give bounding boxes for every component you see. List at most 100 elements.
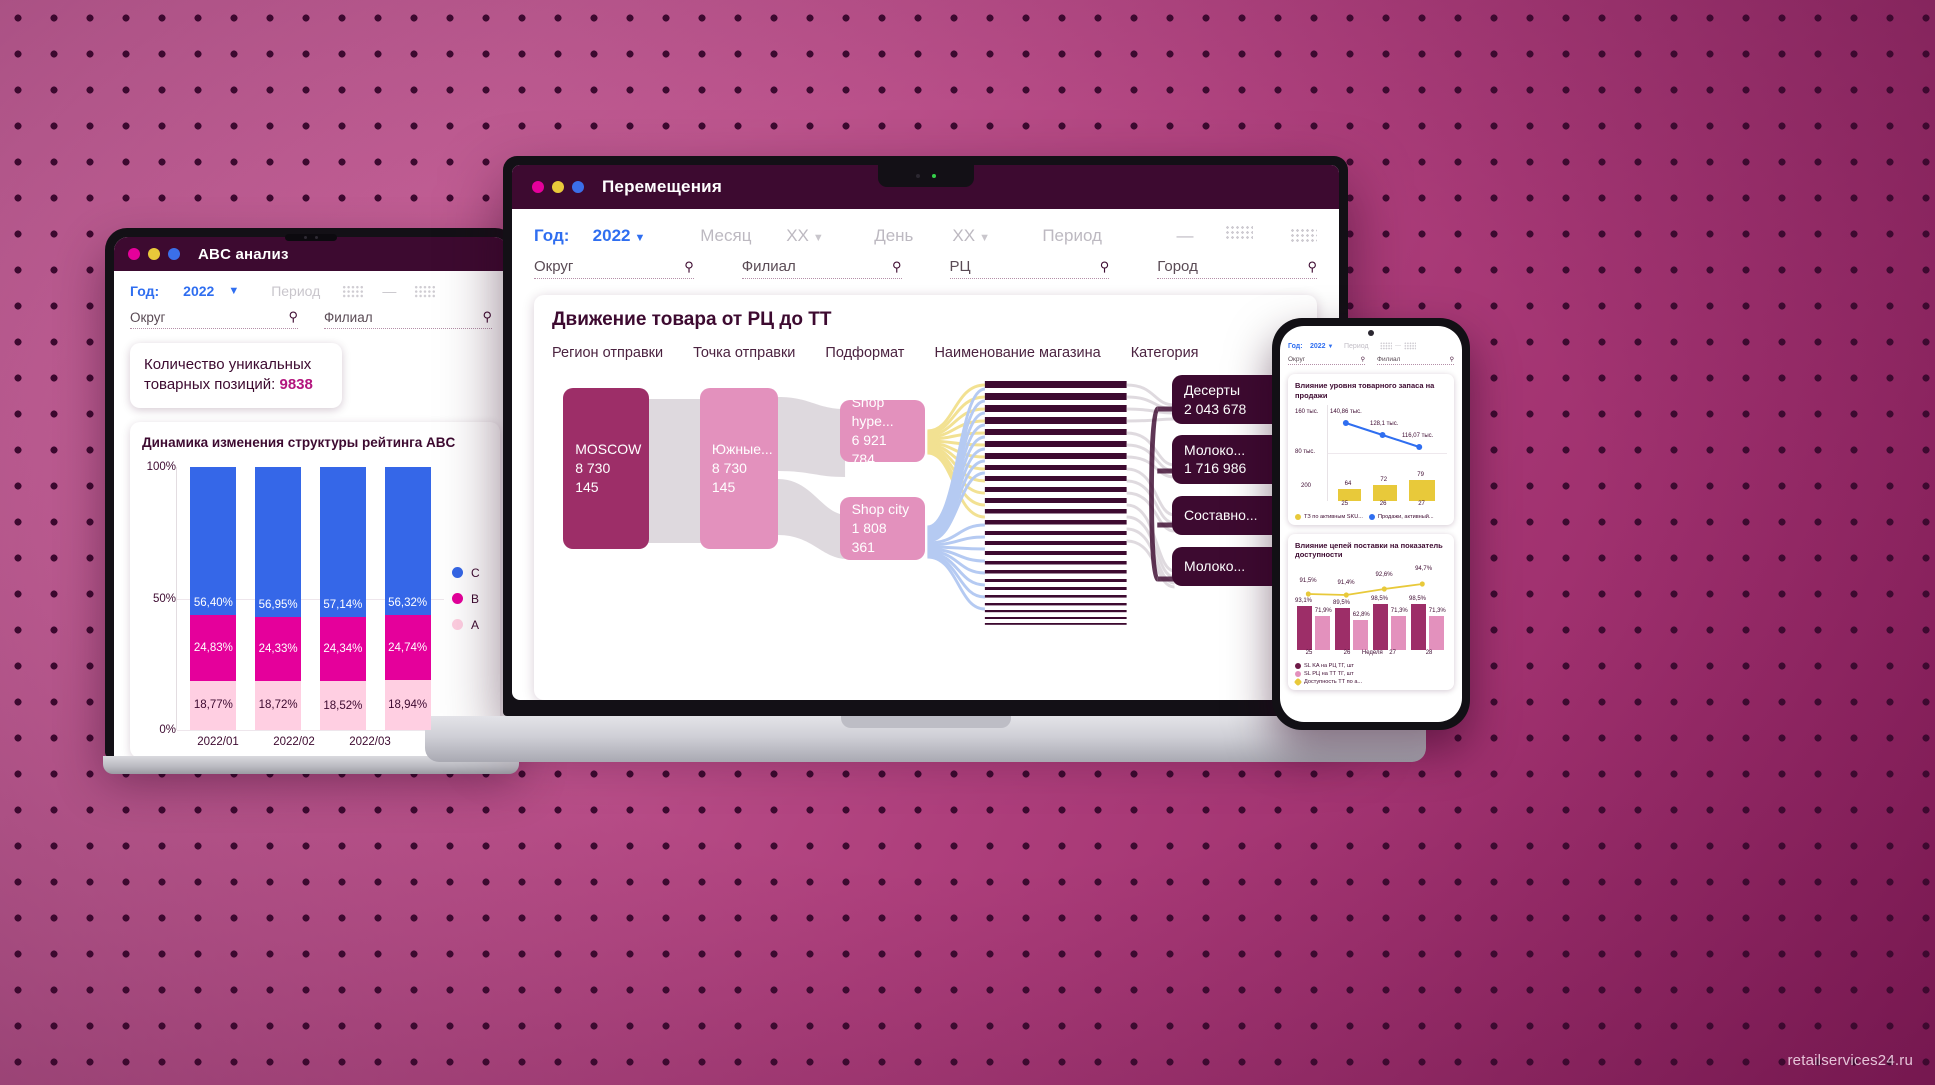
sankey-node-yuzhnye[interactable]: Южные... 8 730 145 xyxy=(699,388,779,550)
bar-sl-rc-27[interactable] xyxy=(1390,616,1406,650)
year-value[interactable]: 2022 ▼ xyxy=(1310,343,1344,350)
search-icon[interactable]: ⚲ xyxy=(1307,259,1317,275)
tab-tochka-otpravki[interactable]: Точка отправки xyxy=(693,345,795,361)
line-label: 94,7% xyxy=(1415,566,1433,572)
node-value: 8 730 145 xyxy=(711,460,747,496)
branch-search-input[interactable]: Филиал ⚲ xyxy=(1377,356,1454,365)
tab-podformat[interactable]: Подформат xyxy=(825,345,904,361)
sankey-node-sostavnoe[interactable]: Составно... xyxy=(1172,495,1288,535)
bar-segment-a: 18,94% xyxy=(384,680,431,730)
tablet-filter-bar: Год: 2022 ▼ Период — Округ ⚲ Филиал ⚲ xyxy=(114,271,508,329)
tab-kategoriya[interactable]: Категория xyxy=(1131,345,1199,361)
sankey-node-shop-hyper[interactable]: Shop hype... 6 921 784 xyxy=(839,394,926,467)
search-icon[interactable]: ⚲ xyxy=(1361,356,1365,363)
bar-stock-26[interactable] xyxy=(1373,484,1398,501)
month-value[interactable]: XX ▼ xyxy=(786,226,874,246)
x-tick: 26 xyxy=(1343,650,1351,656)
sankey-node-moloko-2[interactable]: Молоко... xyxy=(1172,546,1288,586)
search-icon[interactable]: ⚲ xyxy=(1450,356,1454,363)
branch-search-input[interactable]: Филиал ⚲ xyxy=(741,258,902,279)
laptop-trackpad-notch xyxy=(840,716,1011,728)
bar-sl-ka-26[interactable] xyxy=(1334,608,1350,650)
maximize-icon[interactable] xyxy=(572,181,584,193)
node-value: 6 921 784 xyxy=(851,431,887,467)
legend-label: ТЗ по активным SKU... xyxy=(1304,513,1363,520)
year-label: Год: xyxy=(534,225,570,245)
calendar-grid-icon-2[interactable] xyxy=(414,284,437,298)
sankey-node-shop-city[interactable]: Shop city 1 808 361 xyxy=(839,497,926,560)
calendar-grid-icon[interactable] xyxy=(342,284,365,298)
sankey-tabs: Регион отправки Точка отправки Подформат… xyxy=(552,345,1299,361)
bar-sl-ka-27[interactable] xyxy=(1372,604,1388,650)
tablet-titlebar: ABC анализ xyxy=(114,237,508,271)
table-row[interactable]: 56,95% 24,33% 18,72% xyxy=(255,467,302,730)
minimize-icon[interactable] xyxy=(552,181,564,193)
bar-sl-rc-28[interactable] xyxy=(1428,616,1444,650)
maximize-icon[interactable] xyxy=(168,248,180,260)
dc-search-input[interactable]: РЦ ⚲ xyxy=(949,258,1110,279)
minimize-icon[interactable] xyxy=(148,248,160,260)
table-row[interactable]: 57,14% 24,34% 18,52% xyxy=(319,467,366,730)
legend-item-a[interactable]: A xyxy=(452,618,488,632)
table-row[interactable]: 56,40% 24,83% 18,77% xyxy=(190,467,237,730)
calendar-grid-icon-2[interactable] xyxy=(1404,342,1416,350)
day-value[interactable]: XX ▼ xyxy=(952,226,1042,246)
year-value[interactable]: 2022 ▼ xyxy=(593,226,701,246)
chevron-down-icon[interactable]: ▼ xyxy=(634,232,645,244)
y-tick: 160 тыс. xyxy=(1295,408,1319,415)
legend-item-c[interactable]: C xyxy=(452,566,488,580)
laptop-screen: Перемещения Год: 2022 ▼ Месяц XX ▼ День XX… xyxy=(512,165,1339,700)
calendar-grid-icon[interactable] xyxy=(1225,225,1254,241)
year-value-text: 2022 xyxy=(592,225,631,245)
legend-item-sl-ka[interactable]: SL KA на РЦ ТГ, шт xyxy=(1295,663,1354,669)
table-row[interactable]: 56,32% 24,74% 18,94% xyxy=(384,467,431,730)
sankey-diagram: MOSCOW 8 730 145 Южные... 8 730 145 Shop… xyxy=(552,375,1299,635)
close-icon[interactable] xyxy=(532,181,544,193)
legend-swatch-icon xyxy=(452,593,463,605)
search-icon[interactable]: ⚲ xyxy=(892,259,902,275)
node-label: Молоко... xyxy=(1184,441,1246,458)
period-label: Период xyxy=(1042,225,1102,245)
year-value[interactable]: 2022 xyxy=(183,283,214,299)
search-icon[interactable]: ⚲ xyxy=(482,309,492,325)
bar-sl-ka-25[interactable] xyxy=(1296,606,1312,650)
data-label: 140,86 тыс. xyxy=(1330,408,1362,415)
bar-sl-rc-26[interactable] xyxy=(1352,620,1368,650)
node-label: Южные... xyxy=(711,441,773,458)
calendar-grid-icon-2[interactable] xyxy=(1289,227,1318,244)
bar-sl-rc-25[interactable] xyxy=(1314,616,1330,650)
calendar-grid-icon[interactable] xyxy=(1380,342,1392,350)
sankey-node-moscow[interactable]: MOSCOW 8 730 145 xyxy=(563,388,650,550)
day-value-text: XX xyxy=(952,225,976,245)
search-icon[interactable]: ⚲ xyxy=(1100,259,1110,275)
district-search-input[interactable]: Округ ⚲ xyxy=(130,309,298,329)
line-label: 92,6% xyxy=(1375,572,1393,578)
bar-label: 62,8% xyxy=(1352,612,1370,618)
bar-segment-a: 18,77% xyxy=(190,680,237,730)
legend-item-availability[interactable]: Доступность ТТ по а... xyxy=(1293,677,1362,687)
tab-naimenovanie-magazina[interactable]: Наименование магазина xyxy=(934,345,1100,361)
sankey-node-desserts[interactable]: Десерты 2 043 678 xyxy=(1172,375,1288,425)
city-search-input[interactable]: Город ⚲ xyxy=(1157,258,1317,279)
close-icon[interactable] xyxy=(128,248,140,260)
bar-stock-25[interactable] xyxy=(1337,488,1362,501)
tab-region-otpravki[interactable]: Регион отправки xyxy=(552,345,663,361)
legend-item-b[interactable]: B xyxy=(452,592,488,606)
legend-item-sales[interactable]: Продажи, активный... xyxy=(1368,513,1434,520)
chevron-down-icon[interactable]: ▼ xyxy=(979,232,990,244)
legend-item-stock[interactable]: ТЗ по активным SKU... xyxy=(1295,513,1363,520)
chevron-down-icon[interactable]: ▼ xyxy=(813,232,824,244)
sankey-node-moloko-1[interactable]: Молоко... 1 716 986 xyxy=(1172,434,1288,485)
branch-search-input[interactable]: Филиал ⚲ xyxy=(324,309,492,329)
chevron-down-icon[interactable]: ▼ xyxy=(228,285,239,297)
chevron-down-icon[interactable]: ▼ xyxy=(1328,344,1334,350)
search-icon[interactable]: ⚲ xyxy=(684,259,694,275)
legend-item-sl-rc[interactable]: SL РЦ на ТТ ТГ, шт xyxy=(1295,671,1354,677)
district-search-input[interactable]: Округ ⚲ xyxy=(534,258,694,279)
district-search-input[interactable]: Округ ⚲ xyxy=(1288,356,1365,365)
x-axis-label: Неделя xyxy=(1361,650,1383,656)
search-icon[interactable]: ⚲ xyxy=(288,309,298,325)
kpi-card-unique-skus: Количество уникальных товарных позиций: … xyxy=(130,343,342,408)
bar-stock-27[interactable] xyxy=(1408,479,1436,501)
bar-sl-ka-28[interactable] xyxy=(1410,604,1426,650)
